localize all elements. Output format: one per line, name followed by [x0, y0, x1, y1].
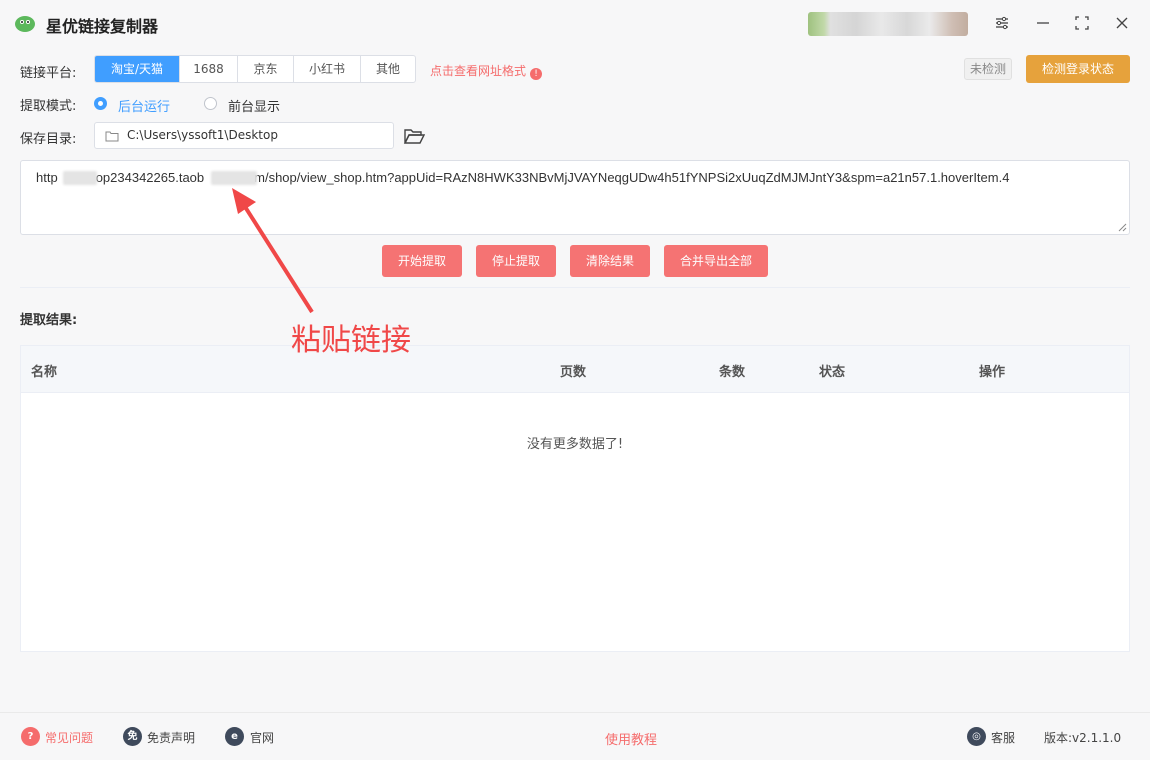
settings-icon[interactable] — [991, 12, 1013, 34]
column-actions: 操作 — [979, 365, 1006, 380]
merge-export-button[interactable]: 合并导出全部 — [664, 245, 768, 277]
column-name: 名称 — [31, 365, 58, 380]
info-icon: ! — [530, 68, 543, 80]
platform-tab-jd[interactable]: 京东 — [238, 56, 294, 82]
close-icon[interactable] — [1111, 12, 1133, 34]
version-text: 版本:v2.1.1.0 — [1044, 731, 1122, 745]
blurred-region — [63, 171, 97, 185]
support-icon: ◎ — [967, 727, 986, 746]
website-icon: e — [225, 727, 244, 746]
url-format-link[interactable]: 点击查看网址格式! — [430, 62, 543, 80]
platform-tab-other[interactable]: 其他 — [361, 56, 415, 82]
mode-label: 提取模式: — [20, 99, 77, 114]
tutorial-link[interactable]: 使用教程 — [605, 729, 657, 748]
radio-foreground-label: 前台显示 — [228, 100, 281, 115]
link-text-part-1: http — [36, 170, 58, 185]
platform-tabs: 淘宝/天猫 1688 京东 小红书 其他 — [94, 55, 416, 83]
table-header: 名称 页数 条数 状态 操作 — [21, 346, 1129, 393]
maximize-icon[interactable] — [1071, 12, 1093, 34]
user-avatar[interactable] — [808, 12, 968, 36]
save-dir-path: C:\Users\yssoft1\Desktop — [127, 128, 278, 142]
link-text-part-2: op234342265.taob — [95, 170, 205, 185]
app-title: 星优链接复制器 — [46, 17, 159, 36]
save-dir-input[interactable]: C:\Users\yssoft1\Desktop — [94, 122, 394, 149]
annotation-arrow-icon — [232, 188, 314, 314]
start-extract-button[interactable]: 开始提取 — [382, 245, 462, 277]
stop-extract-button[interactable]: 停止提取 — [476, 245, 556, 277]
support-link[interactable]: 客服 — [991, 729, 1015, 746]
link-text: http op234342265.taob m/shop/view_shop.htm… — [36, 170, 1009, 185]
app-logo-icon — [15, 16, 35, 32]
resize-grip-icon[interactable] — [1117, 222, 1127, 232]
check-login-button[interactable]: 检测登录状态 — [1026, 55, 1130, 83]
minimize-icon[interactable] — [1032, 12, 1054, 34]
website-link[interactable]: 官网 — [250, 729, 274, 746]
divider — [20, 287, 1130, 288]
folder-open-icon[interactable] — [403, 126, 425, 146]
link-textarea[interactable]: http op234342265.taob m/shop/view_shop.htm… — [20, 160, 1130, 235]
disclaimer-link[interactable]: 免责声明 — [147, 729, 195, 746]
save-dir-label: 保存目录: — [20, 132, 77, 147]
url-format-link-label: 点击查看网址格式 — [430, 64, 527, 78]
column-count: 条数 — [719, 365, 746, 380]
folder-icon — [105, 131, 119, 142]
annotation-text: 粘贴链接 — [291, 323, 411, 358]
platform-label: 链接平台: — [20, 66, 77, 81]
column-status: 状态 — [819, 365, 846, 380]
faq-link[interactable]: 常见问题 — [45, 729, 93, 746]
clear-results-button[interactable]: 清除结果 — [570, 245, 650, 277]
footer: ? 常见问题 免 免责声明 e 官网 使用教程 ◎ 客服 版本:v2.1.1.0 — [0, 712, 1150, 760]
title-bar: 星优链接复制器 — [0, 0, 1150, 46]
help-icon: ? — [21, 727, 40, 746]
radio-unchecked-icon — [204, 97, 217, 110]
platform-tab-1688[interactable]: 1688 — [180, 56, 238, 82]
platform-tab-xiaohongshu[interactable]: 小红书 — [294, 56, 361, 82]
column-pages: 页数 — [560, 365, 587, 380]
results-table: 名称 页数 条数 状态 操作 没有更多数据了! — [20, 345, 1130, 652]
radio-background-label: 后台运行 — [118, 100, 171, 115]
login-status-badge: 未检测 — [964, 58, 1013, 80]
disclaimer-icon: 免 — [123, 727, 142, 746]
results-title: 提取结果: — [20, 313, 78, 328]
link-text-part-3: m/shop/view_shop.htm?appUid=RAzN8HWK33NB… — [254, 170, 1010, 185]
platform-tab-taobao[interactable]: 淘宝/天猫 — [95, 56, 180, 82]
radio-checked-icon — [94, 97, 107, 110]
empty-state-text: 没有更多数据了! — [526, 437, 624, 452]
